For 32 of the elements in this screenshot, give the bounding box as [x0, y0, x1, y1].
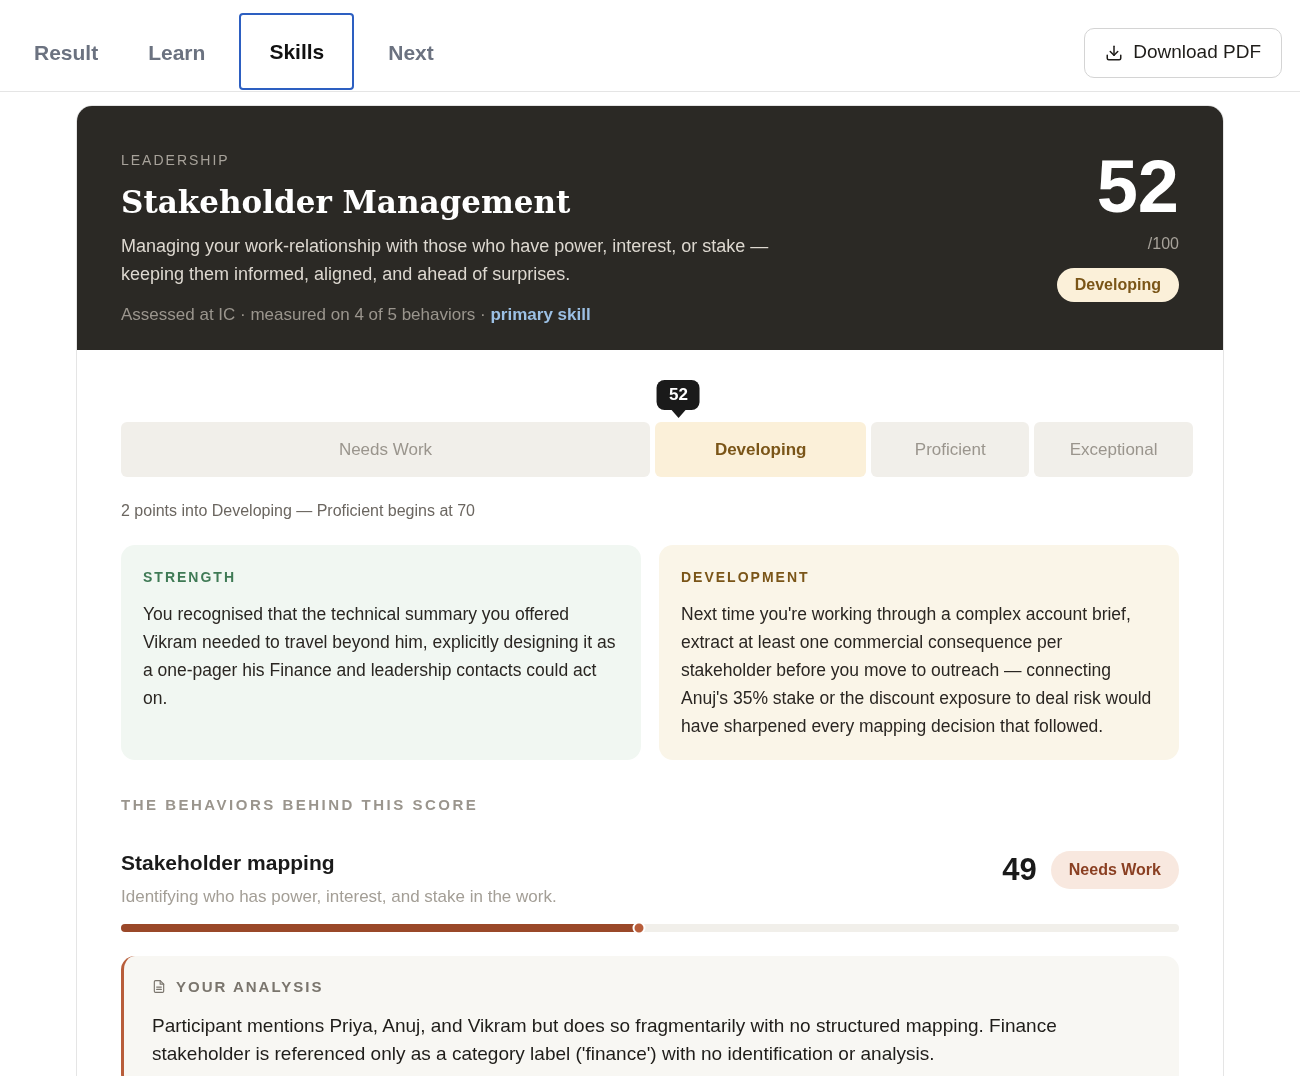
- behavior-description: Identifying who has power, interest, and stake in the work.: [121, 886, 557, 908]
- analysis-heading: YOUR ANALYSIS: [176, 976, 324, 997]
- tab[interactable]: Skills: [239, 13, 355, 90]
- skill-meta: Assessed at IC · measured on 4 of 5 behaviors · primary skill: [121, 303, 592, 326]
- tab[interactable]: Result: [18, 14, 115, 91]
- primary-skill-link[interactable]: primary skill: [490, 304, 591, 324]
- level-band: Exceptional: [1034, 422, 1193, 477]
- level-band: Developing: [655, 422, 867, 477]
- analysis-text: Participant mentions Priya, Anuj, and Vikram but does so fragmentarily with no structured mapping. Finance stakeholder is referenced only as a category label ('finance') with no identification or analysis.: [152, 1014, 1058, 1066]
- level-band: Proficient: [871, 422, 1030, 477]
- tab[interactable]: Next: [372, 14, 450, 91]
- tab[interactable]: Learn: [132, 14, 222, 91]
- download-icon: [1105, 43, 1124, 62]
- score: 52: [1096, 150, 1179, 224]
- category-label: LEADERSHIP: [121, 151, 231, 170]
- band-note: 2 points into Developing — Proficient begins at 70: [121, 501, 476, 521]
- feedback-heading: DEVELOPMENT: [681, 568, 811, 587]
- section-heading: THE BEHAVIORS BEHIND THIS SCORE: [121, 795, 480, 815]
- feedback-text: Next time you're working through a complex account brief, extract at least one commercial consequence per stakeholder before you move to outreach — connecting Anuj's 35% stake or the discount exposure to deal risk would have sharpened every mapping decision that followed.: [681, 603, 1153, 738]
- feedback-heading: STRENGTH: [143, 568, 237, 587]
- skill-title: Stakeholder Management: [121, 183, 572, 222]
- skill-description: Managing your work-relationship with those who have power, interest, or stake — keeping them informed, aligned, and ahead of surprises.: [121, 234, 770, 286]
- feedback-text: You recognised that the technical summary you offered Vikram needed to travel beyond him, explicitly designing it as a one-pager his Finance and leadership contacts could act on.: [143, 603, 617, 710]
- level-band: Needs Work: [121, 422, 650, 477]
- behavior-name: Stakeholder mapping: [121, 849, 336, 876]
- level-badge: Developing: [1056, 268, 1179, 302]
- level-badge: Needs Work: [1050, 850, 1179, 889]
- score-max: /100: [1147, 234, 1179, 254]
- behavior-score: 49: [1002, 850, 1037, 889]
- slider-thumb: [632, 921, 646, 934]
- document-icon: [152, 979, 166, 995]
- download-button[interactable]: Download PDF: [1084, 27, 1282, 78]
